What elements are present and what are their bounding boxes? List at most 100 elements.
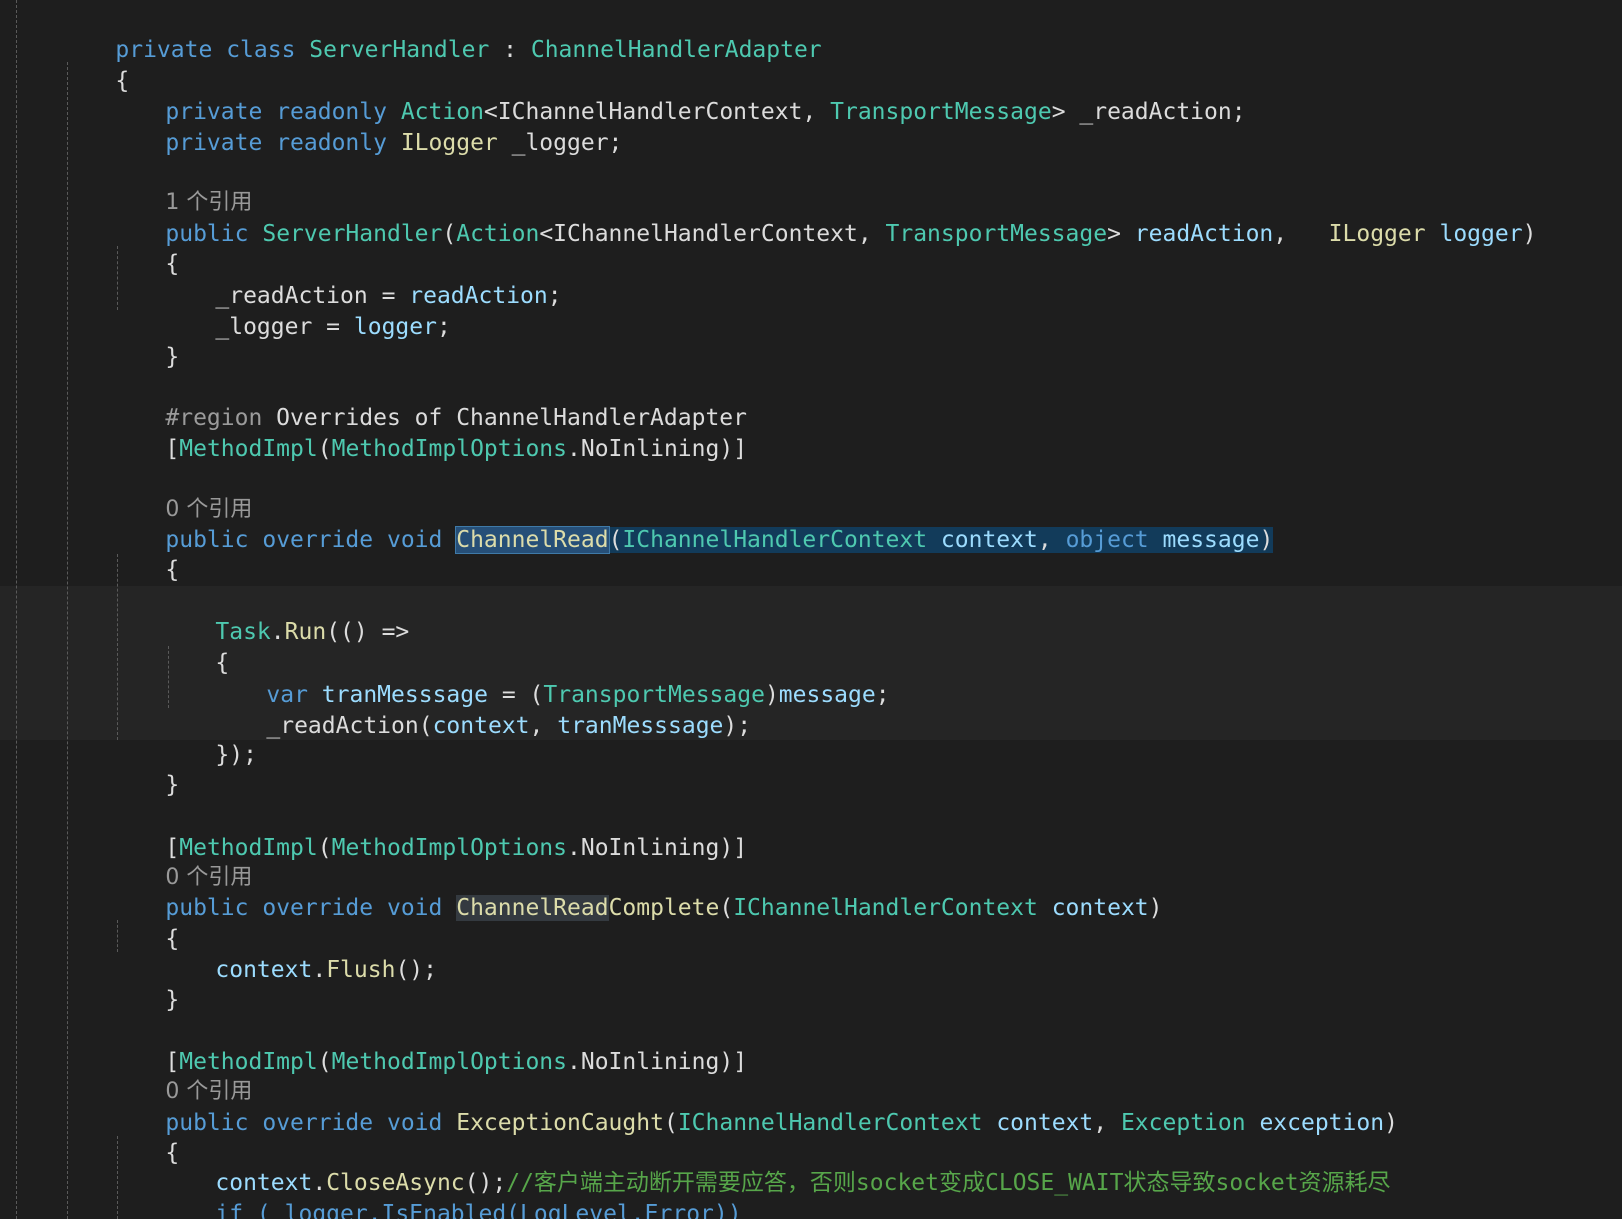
- code-line-var-tranmessage[interactable]: var tranMesssage = (TransportMessage)mes…: [211, 647, 889, 708]
- angle-open: <: [539, 221, 554, 247]
- type-ilogger: ILogger: [400, 130, 498, 156]
- type-action: Action: [456, 221, 540, 247]
- code-line-flush[interactable]: context.Flush();: [160, 922, 437, 983]
- code-line-field-readaction[interactable]: private readonly Action<IChannelHandlerC…: [110, 64, 1245, 125]
- keyword-void: void: [386, 1110, 443, 1136]
- paren-close: ): [1148, 895, 1163, 921]
- angle-close: >: [1051, 99, 1066, 125]
- method-flush: Flush: [326, 957, 396, 983]
- comma: ,: [1037, 527, 1066, 553]
- paren-open: (: [418, 713, 433, 739]
- code-editor[interactable]: private class ServerHandler : ChannelHan…: [0, 0, 1622, 1219]
- field-ref: _readAction: [266, 713, 419, 739]
- code-line-region[interactable]: #region Overrides of ChannelHandlerAdapt…: [110, 370, 747, 431]
- type-context: IChannelHandlerContext: [677, 1110, 983, 1136]
- code-line-exceptioncaught-signature[interactable]: public override void ExceptionCaught(ICh…: [110, 1075, 1398, 1136]
- semicolon: ;: [436, 314, 451, 340]
- keyword-private: private: [165, 130, 263, 156]
- paren-open: (: [317, 436, 332, 462]
- keyword-private: private: [115, 37, 213, 63]
- paren-open: (: [442, 221, 457, 247]
- enum-type: MethodImplOptions: [331, 835, 567, 861]
- code-line-attribute[interactable]: [MethodImpl(MethodImplOptions.NoInlining…: [110, 800, 747, 861]
- code-line-field-logger[interactable]: private readonly ILogger _logger;: [110, 95, 622, 156]
- keyword-void: void: [386, 895, 443, 921]
- class-name: ServerHandler: [309, 37, 490, 63]
- code-line-close-brace[interactable]: }: [110, 737, 179, 798]
- code-line-open-brace[interactable]: {: [110, 216, 179, 277]
- dot: .: [567, 835, 581, 861]
- param-ref: logger: [353, 314, 437, 340]
- paren-open: (: [663, 1110, 678, 1136]
- param-context: context: [940, 527, 1038, 553]
- attribute-name: MethodImpl: [179, 436, 318, 462]
- code-line-partial-cut-off[interactable]: if (_logger.IsEnabled(LogLevel.Error)): [160, 1166, 741, 1219]
- param-ref: context: [432, 713, 530, 739]
- method-name-suffix: Complete: [608, 895, 720, 921]
- code-line-open-brace[interactable]: {: [110, 522, 179, 583]
- lambda-close: });: [215, 742, 257, 768]
- dot: .: [567, 436, 581, 462]
- field-ref: _logger: [215, 314, 313, 340]
- keyword-readonly: readonly: [276, 130, 387, 156]
- paren-close: ): [1522, 221, 1537, 247]
- paren-close: ): [1384, 1110, 1398, 1136]
- code-line-class-declaration[interactable]: private class ServerHandler : ChannelHan…: [60, 2, 821, 63]
- param-context: context: [1051, 895, 1149, 921]
- code-line-constructor[interactable]: public ServerHandler(Action<IChannelHand…: [110, 186, 1536, 247]
- codelens-references[interactable]: 0 个引用: [110, 1043, 252, 1104]
- code-line-class-open-brace[interactable]: {: [60, 33, 129, 94]
- code-line-assign-readaction[interactable]: _readAction = readAction;: [160, 248, 561, 309]
- operator: =: [312, 314, 354, 340]
- code-line-open-brace[interactable]: {: [110, 891, 179, 952]
- colon: :: [489, 37, 531, 63]
- code-line-attribute[interactable]: [MethodImpl(MethodImplOptions.NoInlining…: [110, 1014, 747, 1075]
- param-readaction: readAction: [1134, 221, 1274, 247]
- enum-type: MethodImplOptions: [331, 1049, 567, 1075]
- paren-close: ): [764, 682, 779, 708]
- param-message: message: [1162, 527, 1260, 553]
- keyword-override: override: [262, 1110, 374, 1136]
- code-line-close-async[interactable]: context.CloseAsync();//客户端主动断开需要应答，否则soc…: [160, 1135, 1390, 1196]
- code-line-close-brace[interactable]: }: [110, 309, 179, 370]
- param-context: context: [996, 1110, 1094, 1136]
- code-line-open-brace[interactable]: {: [110, 1105, 179, 1166]
- keyword-class: class: [226, 37, 296, 63]
- comma: ,: [857, 221, 886, 247]
- field-name: _logger;: [497, 130, 623, 156]
- paren-open: (: [719, 895, 734, 921]
- code-line-close-brace[interactable]: }: [110, 952, 179, 1013]
- codelens-references[interactable]: 1 个引用: [110, 154, 252, 215]
- dot: .: [270, 619, 285, 645]
- bracket-close: )]: [719, 835, 748, 861]
- param-exception: exception: [1259, 1110, 1385, 1136]
- angle-close: >: [1107, 221, 1121, 247]
- keyword-void: void: [386, 527, 443, 553]
- keyword-override: override: [262, 895, 374, 921]
- type-transport-message: TransportMessage: [885, 221, 1108, 247]
- bracket-close: )]: [719, 436, 748, 462]
- code-line-task-run[interactable]: Task.Run(() =>: [160, 584, 409, 645]
- dot: .: [312, 957, 327, 983]
- brace: }: [165, 987, 180, 1013]
- codelens-references[interactable]: 0 个引用: [110, 461, 252, 522]
- semicolon: ;: [875, 682, 890, 708]
- bracket-open: [: [165, 436, 180, 462]
- enum-value: NoInlining: [580, 436, 720, 462]
- field-name: _readAction;: [1065, 99, 1246, 125]
- code-line-channelread-signature[interactable]: public override void ChannelRead(IChanne…: [110, 492, 1274, 554]
- base-class-name: ChannelHandlerAdapter: [530, 37, 822, 63]
- partial-code-text: if (_logger.IsEnabled(LogLevel.Error)): [215, 1201, 742, 1219]
- code-line-attribute[interactable]: [MethodImpl(MethodImplOptions.NoInlining…: [110, 401, 747, 462]
- comma: ,: [802, 99, 831, 125]
- code-line-readaction-call[interactable]: _readAction(context, tranMesssage);: [211, 678, 751, 739]
- code-line-lambda-close[interactable]: });: [160, 707, 257, 768]
- method-name-selected[interactable]: ChannelRead: [455, 526, 610, 554]
- indent-guide: [67, 62, 68, 1219]
- comma: ,: [1093, 1110, 1121, 1136]
- codelens-references[interactable]: 0 个引用: [110, 829, 252, 890]
- method-name-match-highlight: ChannelRead: [456, 895, 609, 921]
- code-line-channelreadcomplete-signature[interactable]: public override void ChannelReadComplete…: [110, 860, 1163, 921]
- code-line-open-brace[interactable]: {: [160, 615, 229, 676]
- code-line-assign-logger[interactable]: _logger = logger;: [160, 279, 450, 340]
